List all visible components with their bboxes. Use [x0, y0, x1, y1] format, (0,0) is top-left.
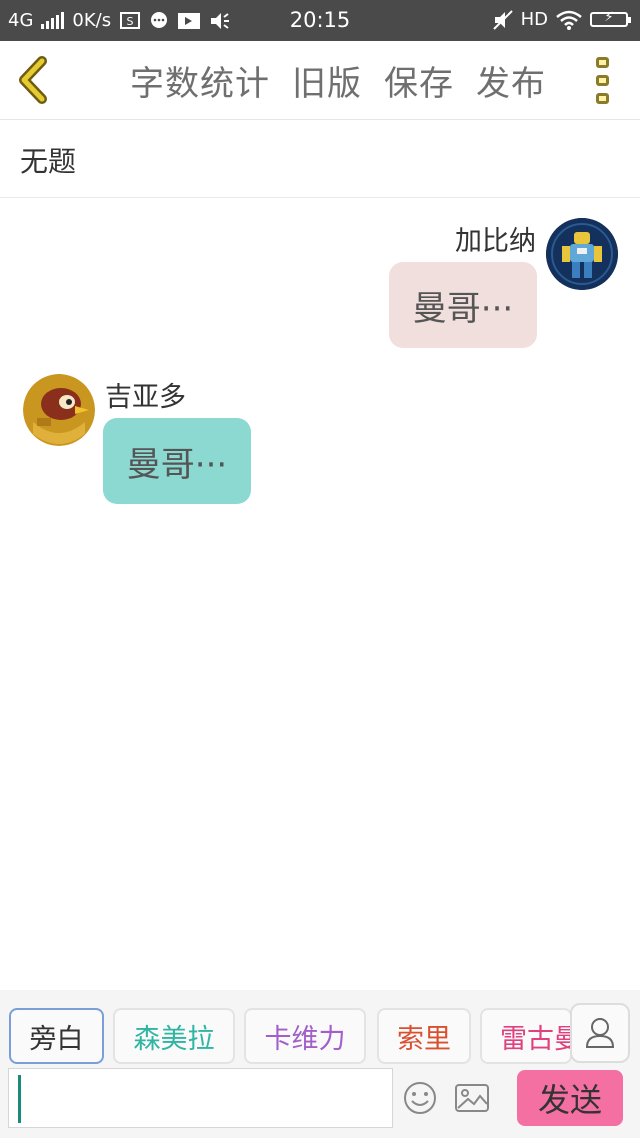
back-button[interactable] — [14, 55, 54, 105]
battery-icon: ⚡ — [590, 10, 631, 27]
chip-label: 森美拉 — [133, 1023, 215, 1055]
character-selector: 旁白 森美拉 卡维力 索里 雷古曼 — [0, 990, 640, 1068]
bird-avatar[interactable] — [23, 374, 95, 446]
message-bubble-right[interactable]: 曼哥··· — [389, 262, 537, 348]
message-text: 曼哥··· — [412, 288, 514, 329]
publish-button[interactable]: 发布 — [476, 56, 546, 105]
message-input[interactable] — [8, 1068, 393, 1128]
old-version-button[interactable]: 旧版 — [292, 56, 362, 105]
robot-avatar[interactable] — [546, 218, 618, 290]
more-vertical-icon[interactable] — [590, 55, 618, 107]
mute-icon — [492, 9, 513, 30]
hd-label: HD — [520, 9, 548, 30]
editor-toolbar: 字数统计 旧版 保存 发布 — [0, 41, 640, 120]
save-button[interactable]: 保存 — [384, 56, 454, 105]
status-right: HD ⚡ — [492, 9, 631, 30]
character-chip-suoli[interactable]: 索里 — [377, 1008, 471, 1064]
chip-label: 雷古曼 — [500, 1023, 570, 1055]
status-bar: 4G 0K/s S 20:15 HD ⚡ — [0, 0, 640, 41]
wifi-icon — [556, 10, 582, 30]
character-chip-narrator[interactable]: 旁白 — [9, 1008, 104, 1064]
image-icon[interactable] — [454, 1082, 490, 1114]
character-chip-leiguman[interactable]: 雷古曼 — [480, 1008, 572, 1064]
input-bar: 发送 — [0, 1068, 640, 1138]
send-button[interactable]: 发送 — [517, 1070, 623, 1126]
user-add-icon[interactable] — [570, 1003, 630, 1063]
chip-label: 卡维力 — [264, 1023, 346, 1055]
chip-label: 旁白 — [29, 1023, 84, 1055]
emoji-icon[interactable] — [402, 1080, 438, 1116]
toolbar-actions: 字数统计 旧版 保存 发布 — [130, 55, 568, 105]
word-count-button[interactable]: 字数统计 — [130, 56, 270, 105]
character-chip-kaweili[interactable]: 卡维力 — [244, 1008, 366, 1064]
story-title-bar[interactable]: 无题 — [0, 120, 640, 198]
story-title[interactable]: 无题 — [20, 140, 76, 180]
message-author-right: 加比纳 — [455, 226, 536, 257]
message-text: 曼哥··· — [126, 444, 228, 485]
message-author-left: 吉亚多 — [105, 382, 186, 413]
character-chip-senmeila[interactable]: 森美拉 — [113, 1008, 235, 1064]
chip-label: 索里 — [397, 1023, 451, 1055]
message-bubble-left[interactable]: 曼哥··· — [103, 418, 251, 504]
text-caret — [18, 1075, 21, 1123]
